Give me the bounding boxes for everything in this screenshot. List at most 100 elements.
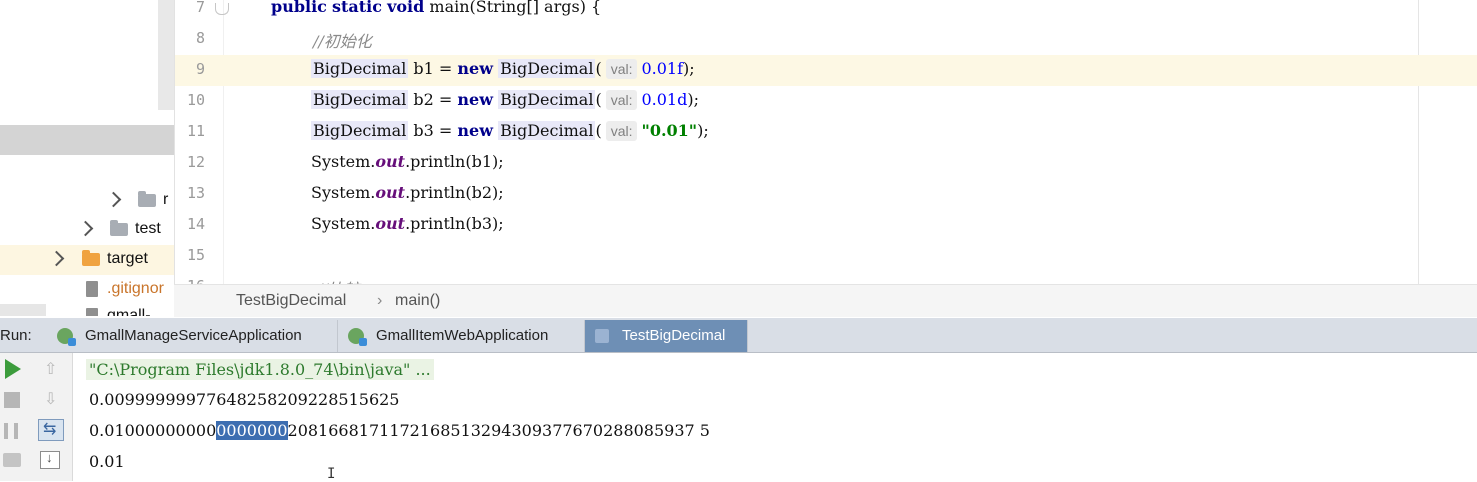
arrow-up-icon[interactable]: ⇧ — [44, 359, 70, 385]
static-field: out — [375, 152, 406, 171]
tree-selection-band — [0, 125, 174, 155]
keyword: new — [457, 90, 494, 109]
console-text: 2081668171172168513294309377670288085937… — [287, 421, 710, 440]
console-selection: 0000000 — [216, 421, 288, 440]
code-line[interactable]: 13 System.out.println(b2); — [175, 179, 1477, 210]
code-rest: main(String[] args) { — [424, 0, 602, 16]
fold-marker-icon[interactable] — [215, 3, 229, 15]
tree-scroll-gutter — [158, 0, 174, 110]
folder-icon — [110, 220, 128, 236]
tab-test-big-decimal[interactable]: TestBigDecimal — [585, 320, 748, 352]
tree-item-label: r — [163, 191, 169, 208]
keyword: static — [332, 0, 382, 16]
code-post: .println(b3); — [405, 214, 504, 233]
type-name: BigDecimal — [311, 90, 409, 109]
folder-icon — [138, 191, 156, 207]
breadcrumb-method[interactable]: main() — [395, 292, 440, 310]
run-label: Run: — [0, 327, 32, 344]
line-number: 11 — [186, 122, 205, 140]
run-toolbar: ⇧ ⇩ — [0, 353, 73, 481]
soft-wrap-icon[interactable] — [38, 419, 64, 441]
code-line[interactable]: 15 — [175, 241, 1477, 272]
static-field: out — [375, 183, 406, 202]
line-number: 9 — [195, 60, 205, 78]
arrow-down-icon[interactable]: ⇩ — [44, 389, 70, 415]
code-line[interactable]: 10 BigDecimal b2 = new BigDecimal(val: 0.… — [175, 86, 1477, 117]
spring-boot-icon — [348, 328, 367, 346]
folder-icon — [82, 250, 100, 266]
tab-label: GmallItemWebApplication — [376, 327, 549, 344]
code-var: b1 = — [408, 59, 458, 78]
code-comment: //初始化 — [313, 32, 372, 51]
param-hint: val: — [605, 59, 638, 79]
code-editor[interactable]: 7 public static void main(String[] args)… — [174, 0, 1477, 284]
keyword: new — [457, 121, 494, 140]
code-text: System.out.println(b2); — [311, 183, 504, 202]
tab-gmall-item-web[interactable]: GmallItemWebApplication — [338, 320, 585, 352]
tab-label: TestBigDecimal — [622, 327, 726, 344]
code-post: .println(b1); — [405, 152, 504, 171]
camera-icon[interactable] — [3, 453, 21, 467]
string-literal: "0.01" — [641, 121, 698, 140]
keyword: public — [271, 0, 327, 16]
chevron-right-icon[interactable] — [77, 220, 94, 237]
code-pre: System. — [311, 214, 376, 233]
editor-breadcrumb: TestBigDecimal › main() — [174, 284, 1477, 317]
param-hint: val: — [605, 90, 638, 110]
type-name: BigDecimal — [498, 121, 596, 140]
code-line[interactable]: 7 public static void main(String[] args)… — [175, 0, 1477, 24]
pause-icon[interactable] — [4, 423, 18, 439]
java-class-icon — [595, 329, 609, 343]
tree-item-r[interactable]: r — [0, 186, 174, 216]
code-text: System.out.println(b3); — [311, 214, 504, 233]
line-number: 10 — [186, 91, 205, 109]
type-name: BigDecimal — [498, 59, 596, 78]
tree-item-label: target — [107, 250, 148, 267]
tree-item-target[interactable]: target — [0, 245, 174, 275]
static-field: out — [375, 214, 406, 233]
breadcrumb-class[interactable]: TestBigDecimal — [236, 292, 346, 310]
scroll-to-end-icon[interactable] — [40, 450, 60, 469]
run-tab-bar: Run: GmallManageServiceApplication Gmall… — [0, 318, 1477, 353]
line-number: 15 — [186, 246, 205, 264]
spring-boot-icon — [57, 328, 76, 346]
chevron-right-icon[interactable] — [48, 250, 65, 267]
code-var: b2 = — [408, 90, 458, 109]
console-line: 0.00999999977648258209228515625 — [89, 390, 400, 409]
code-line[interactable]: 11 BigDecimal b3 = new BigDecimal(val: "0… — [175, 117, 1477, 148]
tab-gmall-manage-service[interactable]: GmallManageServiceApplication — [47, 320, 338, 352]
tree-item-label: test — [135, 220, 161, 237]
code-line[interactable]: 16 //比较 — [175, 272, 1477, 284]
code-text: BigDecimal b1 = new BigDecimal(val: 0.01f… — [311, 59, 695, 79]
tree-item-label: .gitignor — [107, 280, 164, 297]
stop-icon[interactable] — [4, 392, 20, 408]
file-icon — [86, 281, 98, 297]
console-command-line: "C:\Program Files\jdk1.8.0_74\bin\java" … — [86, 359, 434, 380]
code-text: BigDecimal b3 = new BigDecimal(val: "0.01… — [311, 121, 709, 141]
rerun-icon[interactable] — [5, 359, 21, 379]
type-name: BigDecimal — [311, 59, 409, 78]
code-comment: //比较 — [317, 276, 360, 284]
code-line[interactable]: 8 //初始化 — [175, 24, 1477, 55]
literal: 0.01f — [641, 59, 684, 78]
keyword: new — [457, 59, 494, 78]
code-line[interactable]: 14 System.out.println(b3); — [175, 210, 1477, 241]
code-text: System.out.println(b1); — [311, 152, 504, 171]
console-output[interactable]: "C:\Program Files\jdk1.8.0_74\bin\java" … — [73, 353, 1477, 482]
code-line[interactable]: 12 System.out.println(b1); — [175, 148, 1477, 179]
code-pre: System. — [311, 152, 376, 171]
code-var: b3 = — [408, 121, 458, 140]
type-name: BigDecimal — [498, 90, 596, 109]
console-line: 0.01 — [89, 452, 125, 471]
code-text: BigDecimal b2 = new BigDecimal(val: 0.01d… — [311, 90, 699, 110]
code-pre: System. — [311, 183, 376, 202]
console-text: 0.01000000000 — [89, 421, 217, 440]
chevron-right-icon[interactable] — [105, 191, 122, 208]
code-end: ); — [683, 59, 695, 78]
code-post: .println(b2); — [405, 183, 504, 202]
tree-item-gitignore[interactable]: .gitignor — [0, 275, 174, 305]
code-line-current[interactable]: 9 BigDecimal b1 = new BigDecimal(val: 0.0… — [175, 55, 1477, 86]
tree-item-test[interactable]: test — [0, 215, 174, 245]
line-number: 13 — [186, 184, 205, 202]
line-number: 16 — [175, 277, 205, 284]
